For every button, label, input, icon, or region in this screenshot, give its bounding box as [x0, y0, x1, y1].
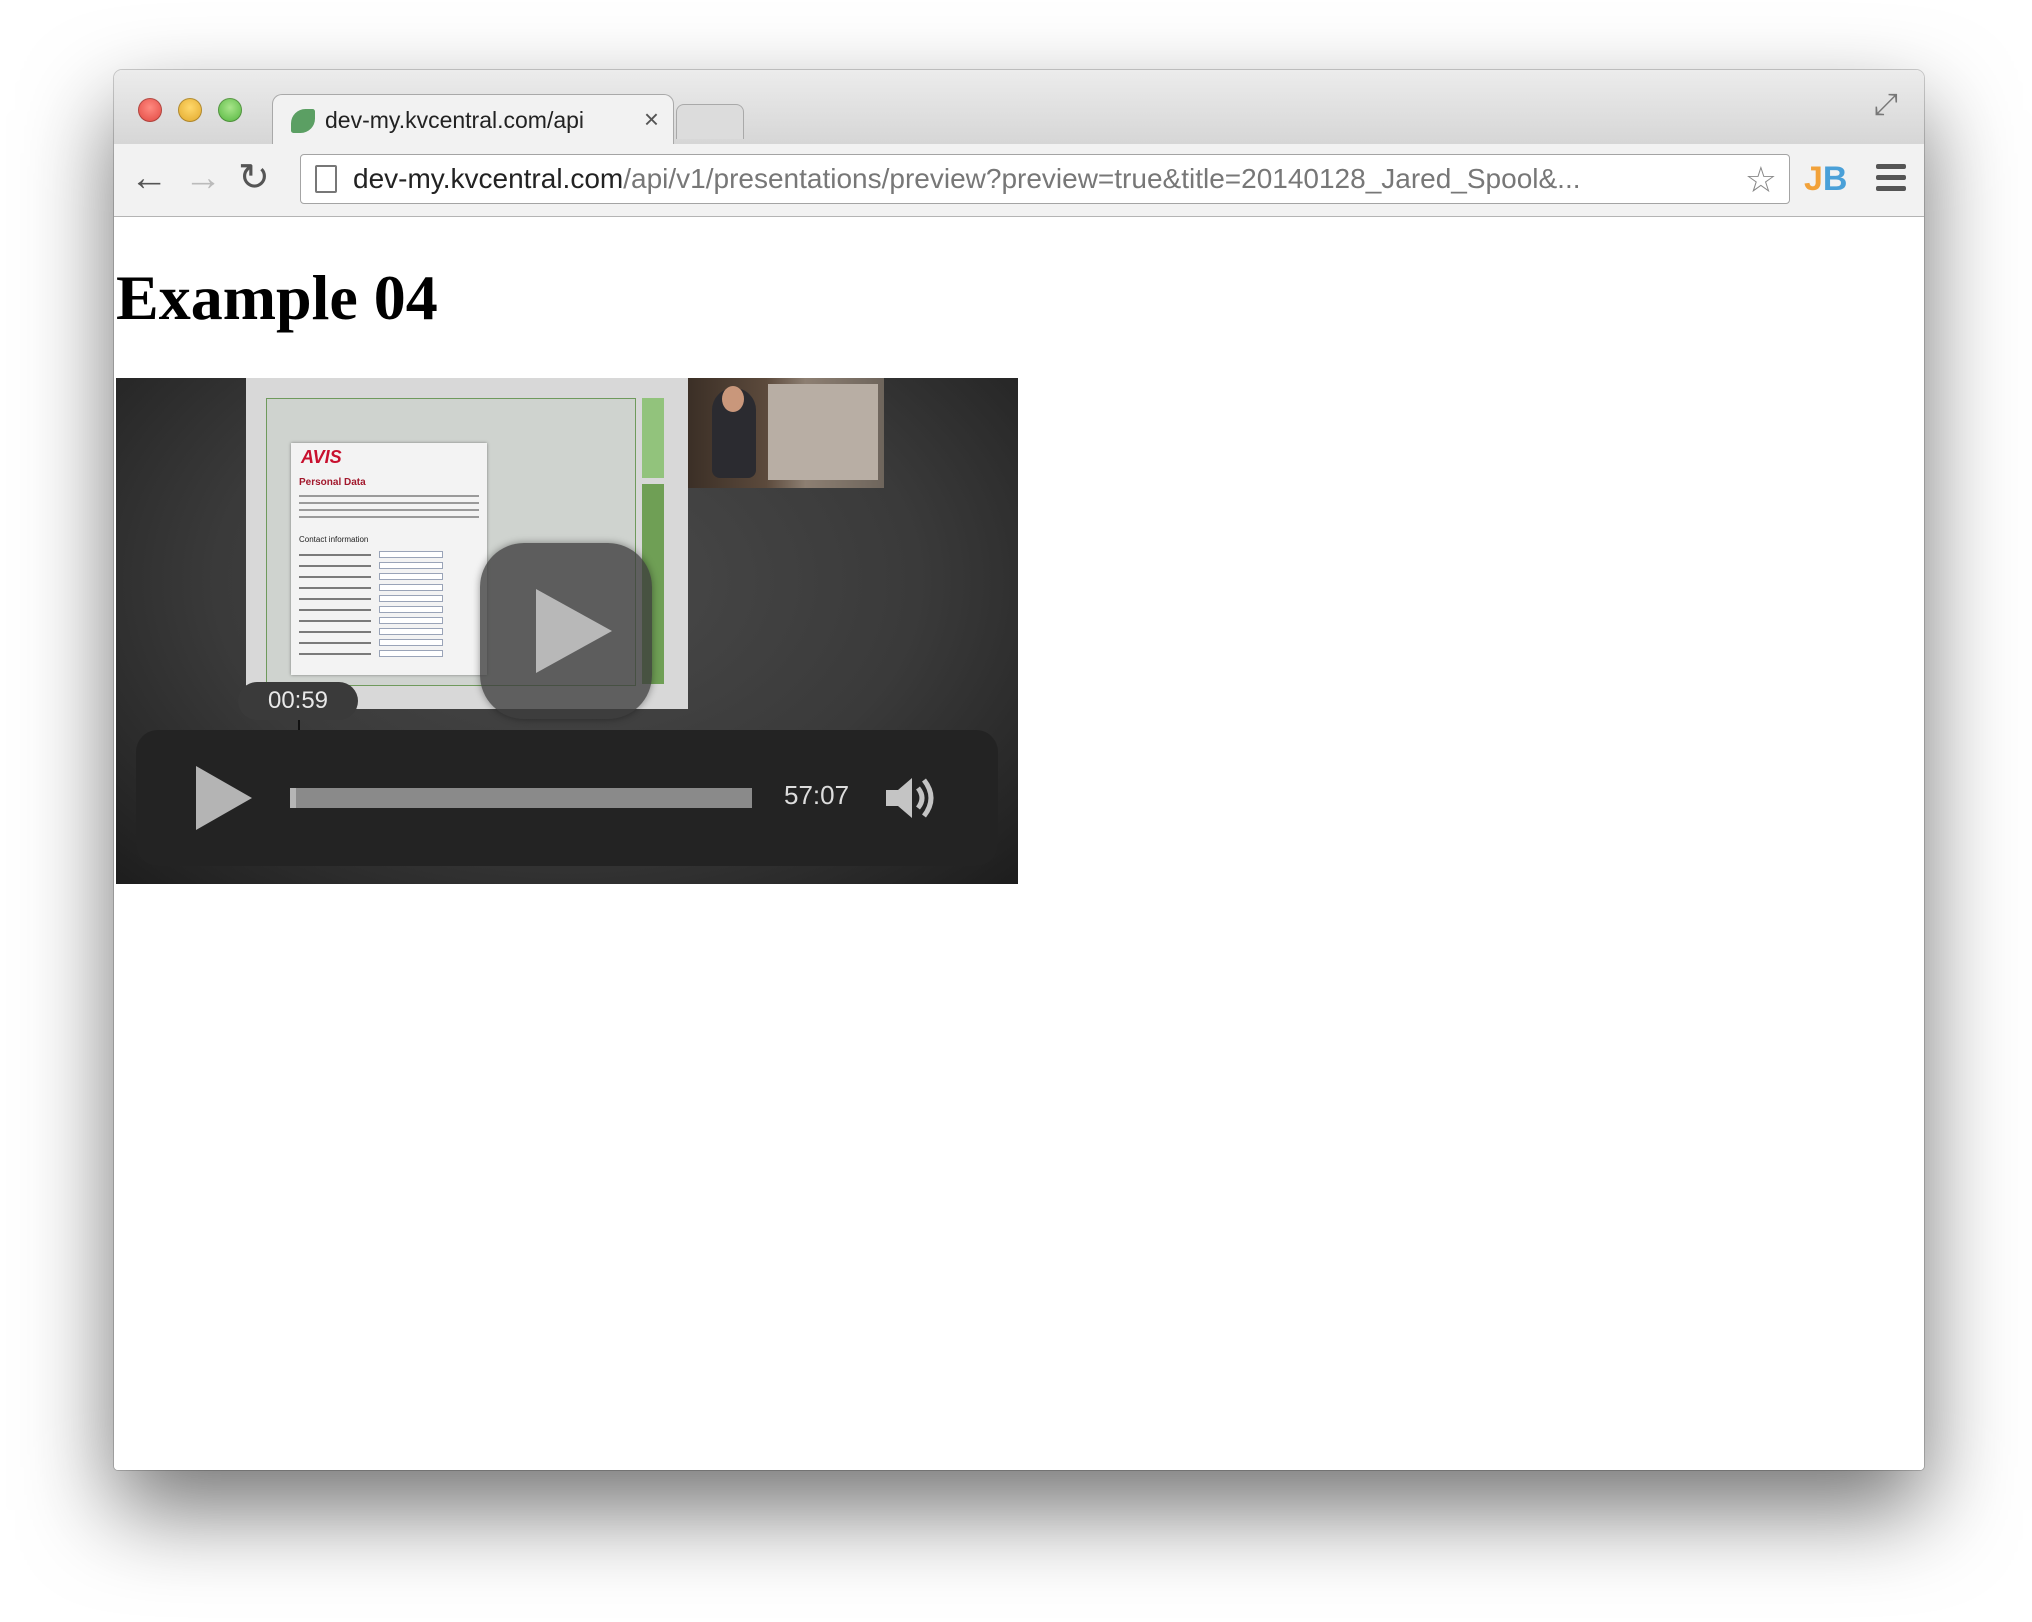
slide-form-text-lines: [299, 495, 479, 523]
browser-window: dev-my.kvcentral.com/api × ⤢ ← → ↻ dev-m…: [114, 70, 1924, 1470]
new-tab-button[interactable]: [676, 104, 744, 139]
play-button[interactable]: [192, 764, 256, 837]
slide-form-section: Contact information: [299, 535, 369, 544]
player-controls: 57:07: [136, 730, 998, 866]
extension-letter-b: B: [1822, 160, 1848, 198]
slide-form-fields: [299, 549, 479, 659]
forward-icon[interactable]: →: [184, 156, 222, 200]
slide-form-heading: Personal Data: [299, 477, 366, 488]
menu-icon[interactable]: [1876, 164, 1906, 197]
address-bar[interactable]: dev-my.kvcentral.com/api/v1/presentation…: [300, 154, 1790, 204]
video-player[interactable]: AVIS Personal Data Contact information 0…: [116, 378, 1018, 884]
tab-title: dev-my.kvcentral.com/api: [325, 107, 585, 133]
reload-icon[interactable]: ↻: [238, 156, 270, 200]
browser-tab[interactable]: dev-my.kvcentral.com/api ×: [272, 94, 674, 147]
star-icon[interactable]: ☆: [1745, 159, 1777, 201]
play-icon: [196, 766, 252, 830]
page-title: Example 04: [116, 262, 438, 333]
browser-toolbar: ← → ↻ dev-my.kvcentral.com/api/v1/presen…: [114, 144, 1924, 217]
extension-icon[interactable]: JB: [1804, 160, 1847, 199]
maximize-window-button[interactable]: [218, 98, 242, 122]
url-path: /api/v1/presentations/preview?preview=tr…: [623, 163, 1581, 194]
play-icon: [536, 589, 612, 673]
tab-close-icon[interactable]: ×: [644, 104, 659, 135]
duration-label: 57:07: [784, 780, 850, 810]
projection-screen: [768, 384, 878, 480]
url-text[interactable]: dev-my.kvcentral.com/api/v1/presentation…: [353, 162, 1723, 196]
fullscreen-icon[interactable]: ⤢: [1874, 88, 1898, 122]
volume-icon: [886, 778, 934, 818]
back-icon[interactable]: ←: [130, 156, 168, 200]
page-content: Example 04 AVIS Personal Data Contact in…: [114, 217, 1924, 1470]
slide-form-screenshot: AVIS Personal Data Contact information: [291, 443, 487, 675]
avis-logo: AVIS: [301, 447, 342, 467]
volume-button[interactable]: [884, 774, 940, 827]
progress-fill: [290, 788, 296, 808]
speaker-video-thumbnail: [688, 378, 884, 488]
close-window-button[interactable]: [138, 98, 162, 122]
minimize-window-button[interactable]: [178, 98, 202, 122]
page-icon: [315, 165, 337, 193]
big-play-button[interactable]: [480, 543, 652, 719]
progress-bar[interactable]: [290, 788, 752, 808]
title-bar: dev-my.kvcentral.com/api × ⤢: [114, 70, 1924, 147]
speaker-head: [722, 386, 744, 412]
extension-letter-j: J: [1804, 160, 1823, 198]
leaf-favicon-icon: [291, 109, 315, 133]
url-host: dev-my.kvcentral.com: [353, 163, 624, 194]
hover-time-tooltip: 00:59: [238, 682, 358, 720]
